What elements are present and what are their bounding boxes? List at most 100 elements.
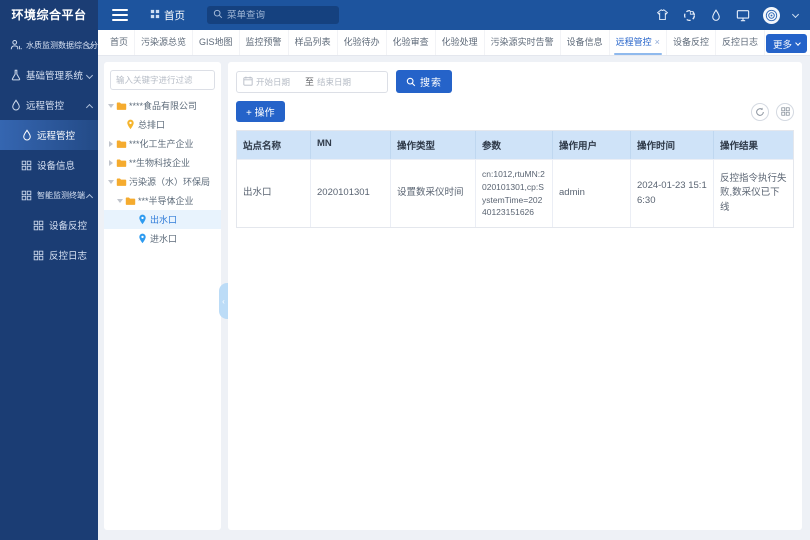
caret-expanded-icon[interactable]	[107, 104, 115, 108]
flame-icon[interactable]	[709, 8, 723, 22]
tab-monitor-alarm[interactable]: 监控预警	[240, 30, 289, 56]
tree-node-label: 污染源（水）环保局	[129, 175, 210, 188]
tab-lab-todo[interactable]: 化验待办	[338, 30, 387, 56]
tab-home[interactable]: 首页	[104, 30, 135, 56]
tree-node-chemical-company[interactable]: ***化工生产企业	[104, 134, 221, 153]
tree-node-outlet[interactable]: 出水口	[104, 210, 221, 229]
range-separator: 至	[305, 75, 314, 88]
drop-icon	[20, 129, 33, 142]
column-header: 操作结果	[714, 131, 793, 159]
caret-collapsed-icon[interactable]	[107, 160, 115, 166]
tree-node-label: 进水口	[150, 232, 177, 245]
tab-pollution-overview[interactable]: 污染源总览	[135, 30, 193, 56]
sidebar-item-device-reverse-control[interactable]: 设备反控	[0, 210, 98, 240]
tree-node-inlet[interactable]: 进水口	[104, 229, 221, 248]
grid-icon	[32, 219, 45, 232]
chevron-down-icon	[86, 72, 93, 79]
tree-node-label: 出水口	[150, 213, 177, 226]
tree-node-epa-bureau[interactable]: 污染源（水）环保局	[104, 172, 221, 191]
sidebar-item-remote-control[interactable]: 远程管控	[0, 120, 98, 150]
grid-icon	[20, 189, 33, 202]
caret-expanded-icon[interactable]	[116, 199, 124, 203]
tab-reverse-control-log[interactable]: 反控日志	[716, 30, 765, 56]
map-pin-icon	[124, 119, 136, 130]
table-row: 出水口 2020101301 设置数采仪时间 cn:1012,rtuMN:202…	[237, 159, 793, 227]
map-pin-icon	[136, 233, 148, 244]
menu-search-box	[207, 6, 339, 24]
sidebar-item-reverse-control-log[interactable]: 反控日志	[0, 240, 98, 270]
dashboard-icon	[150, 9, 160, 22]
date-range-picker[interactable]: 至	[236, 71, 388, 93]
tab-gis-map[interactable]: GIS地图	[193, 30, 240, 56]
cell-mn: 2020101301	[311, 159, 391, 227]
tree-filter-input[interactable]	[110, 70, 215, 90]
sidebar-item-water-analysis[interactable]: 水质监测数据综合分析	[0, 30, 98, 60]
date-filter-row: 至 搜索	[236, 70, 794, 93]
search-icon	[406, 77, 416, 87]
refresh-icon[interactable]	[751, 103, 769, 121]
tree-node-food-company[interactable]: ****食品有限公司	[104, 96, 221, 115]
flask-icon	[9, 69, 22, 82]
operation-log-table: 站点名称 MN 操作类型 参数 操作用户 操作时间 操作结果 出水口 20201…	[236, 130, 794, 228]
tree-node-label: ***化工生产企业	[129, 137, 194, 150]
more-tabs-button[interactable]: 更多	[766, 34, 807, 53]
operate-button[interactable]: + 操作	[236, 101, 285, 122]
sidebar-group-remote-control[interactable]: 远程管控	[0, 90, 98, 120]
breadcrumb-home[interactable]: 首页	[150, 8, 185, 23]
column-settings-icon[interactable]	[776, 103, 794, 121]
chevron-up-icon	[86, 104, 93, 111]
app-title: 环境综合平台	[0, 0, 98, 30]
header-action-icons	[655, 7, 798, 24]
hamburger-menu-icon[interactable]	[112, 9, 128, 21]
caret-collapsed-icon[interactable]	[107, 141, 115, 147]
main-content-panel: 至 搜索 + 操作 站点名称	[228, 62, 802, 530]
app-window: 环境综合平台 水质监测数据综合分析 基础管理系统 远程管控	[0, 0, 810, 540]
sidebar-item-base-system[interactable]: 基础管理系统	[0, 60, 98, 90]
top-header: 首页	[98, 0, 810, 30]
more-label: 更多	[773, 37, 792, 51]
cell-site-name: 出水口	[237, 159, 311, 227]
column-header: 操作时间	[631, 131, 714, 159]
operate-button-label: + 操作	[246, 104, 275, 119]
tab-sample-list[interactable]: 样品列表	[289, 30, 338, 56]
sidebar-item-device-info[interactable]: 设备信息	[0, 150, 98, 180]
tab-lab-handle[interactable]: 化验处理	[436, 30, 485, 56]
tab-device-info[interactable]: 设备信息	[561, 30, 610, 56]
panel-collapse-toggle[interactable]: ‹	[219, 283, 228, 319]
tab-realtime-alarm[interactable]: 污染源实时告警	[485, 30, 561, 56]
sidebar-item-label: 设备信息	[37, 158, 75, 172]
tree-node-semiconductor-company[interactable]: ***半导体企业	[104, 191, 221, 210]
search-icon	[213, 6, 223, 24]
folder-icon	[115, 177, 127, 187]
action-row: + 操作	[236, 101, 794, 122]
site-tree-panel: ****食品有限公司 总排口 ***化工生产企业 **生物科技企业	[104, 62, 221, 530]
grid-icon	[20, 159, 33, 172]
chevron-down-icon	[795, 40, 801, 46]
sidebar-group-smart-terminal[interactable]: 智能监测终端	[0, 180, 98, 210]
start-date-input[interactable]	[256, 77, 302, 87]
drop-icon	[9, 99, 22, 112]
table-tools	[751, 103, 794, 121]
tab-device-reverse-control[interactable]: 设备反控	[667, 30, 716, 56]
close-icon[interactable]: ×	[655, 37, 660, 47]
end-date-input[interactable]	[317, 77, 363, 87]
map-pin-icon	[136, 214, 148, 225]
search-button[interactable]: 搜索	[396, 70, 452, 93]
menu-search-input[interactable]	[227, 10, 333, 21]
segment-circle-icon[interactable]	[682, 8, 696, 22]
monitor-icon[interactable]	[736, 8, 750, 22]
tree-node-biotech-company[interactable]: **生物科技企业	[104, 153, 221, 172]
tab-lab-review[interactable]: 化验审查	[387, 30, 436, 56]
caret-expanded-icon[interactable]	[107, 180, 115, 184]
sidebar-item-label: 基础管理系统	[26, 68, 83, 82]
column-header: 参数	[476, 131, 553, 159]
tab-remote-control[interactable]: 远程管控×	[610, 30, 667, 56]
tree-node-main-outlet[interactable]: 总排口	[104, 115, 221, 134]
sidebar: 环境综合平台 水质监测数据综合分析 基础管理系统 远程管控	[0, 0, 98, 540]
theme-shirt-icon[interactable]	[655, 8, 669, 22]
chevron-down-icon[interactable]	[792, 10, 799, 17]
tree-node-label: 总排口	[138, 118, 165, 131]
home-label: 首页	[164, 8, 185, 23]
cell-operator: admin	[553, 159, 631, 227]
user-avatar[interactable]	[763, 7, 780, 24]
